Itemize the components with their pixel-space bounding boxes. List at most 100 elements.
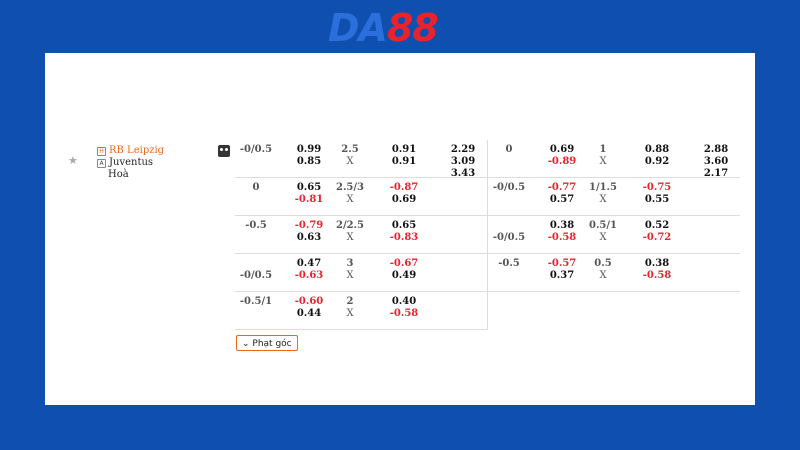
odds-home-win[interactable] [445, 220, 481, 232]
1x2-odds[interactable] [698, 258, 734, 294]
odds-away-win[interactable]: 3.60 [698, 156, 734, 168]
overunder-odds[interactable]: 0.52 -0.72 [639, 220, 675, 244]
under-odds[interactable]: -0.72 [639, 232, 675, 244]
overunder-odds[interactable]: 0.91 0.91 [386, 144, 422, 168]
under-odds[interactable]: 0.69 [386, 194, 422, 206]
handicap-odds-away[interactable]: 0.57 [544, 194, 580, 206]
odds-away-win[interactable] [445, 308, 481, 320]
handicap-odds[interactable]: -0.79 0.63 [291, 220, 327, 244]
handicap-odds-home[interactable]: 0.99 [291, 144, 327, 156]
handicap-odds-away[interactable]: -0.89 [544, 156, 580, 168]
odds-home-win[interactable]: 2.29 [445, 144, 481, 156]
odds-away-win[interactable]: 3.09 [445, 156, 481, 168]
odds-home-win[interactable]: 2.88 [698, 144, 734, 156]
odds-home-win[interactable] [698, 182, 734, 194]
handicap-odds-home[interactable]: 0.69 [544, 144, 580, 156]
handicap-odds-home[interactable]: -0.77 [544, 182, 580, 194]
handicap-odds-home[interactable]: -0.79 [291, 220, 327, 232]
handicap-odds-away[interactable]: -0.63 [291, 270, 327, 282]
handicap-odds-home[interactable]: -0.60 [291, 296, 327, 308]
match-teams: H RB Leipzig A Juventus Hoà [97, 145, 164, 181]
odds-draw[interactable] [445, 320, 481, 332]
odds-home-win[interactable] [445, 182, 481, 194]
odds-away-win[interactable] [445, 232, 481, 244]
odds-away-win[interactable] [698, 270, 734, 282]
odds-draw[interactable] [698, 282, 734, 294]
handicap-home: -0/0.5 [492, 182, 526, 193]
overunder-odds[interactable]: -0.87 0.69 [386, 182, 422, 206]
1x2-odds[interactable] [445, 220, 481, 256]
handicap-odds[interactable]: 0.65 -0.81 [291, 182, 327, 206]
odds-home-win[interactable] [698, 258, 734, 270]
1x2-odds[interactable]: 2.29 3.09 3.43 [445, 144, 481, 180]
overunder-odds[interactable]: -0.67 0.49 [386, 258, 422, 282]
overunder-x: X [346, 232, 354, 243]
handicap-odds-away[interactable]: 0.37 [544, 270, 580, 282]
handicap-odds[interactable]: 0.99 0.85 [291, 144, 327, 168]
handicap-odds-away[interactable]: -0.58 [544, 232, 580, 244]
handicap-odds-home[interactable]: 0.65 [291, 182, 327, 194]
under-odds[interactable]: -0.83 [386, 232, 422, 244]
handicap-home: -0/0.5 [239, 144, 273, 155]
team-home[interactable]: H RB Leipzig [97, 145, 164, 157]
handicap-odds-away[interactable]: 0.85 [291, 156, 327, 168]
handicap-odds-away[interactable]: -0.81 [291, 194, 327, 206]
handicap-odds[interactable]: -0.77 0.57 [544, 182, 580, 206]
handicap-line: -0/0.5 [235, 144, 277, 168]
odds-away-win[interactable] [445, 270, 481, 282]
overunder-x: X [346, 156, 354, 167]
team-away[interactable]: A Juventus [97, 157, 164, 169]
handicap-away [235, 194, 277, 206]
handicap-odds-home[interactable]: -0.57 [544, 258, 580, 270]
handicap-odds[interactable]: 0.38 -0.58 [544, 220, 580, 244]
under-odds[interactable]: -0.58 [386, 308, 422, 320]
odds-row: -0.5/1 -0.60 0.44 2 X 0.40 -0.58 [235, 292, 487, 330]
favorite-star-icon[interactable]: ★ [68, 154, 78, 167]
overunder-odds[interactable]: 0.40 -0.58 [386, 296, 422, 320]
1x2-odds[interactable] [698, 182, 734, 218]
over-odds[interactable]: -0.75 [639, 182, 675, 194]
handicap-odds-away[interactable]: 0.63 [291, 232, 327, 244]
under-odds[interactable]: 0.49 [386, 270, 422, 282]
overunder-x: X [599, 156, 607, 167]
odds-away-win[interactable] [445, 194, 481, 206]
overunder-x: X [346, 194, 354, 205]
over-odds[interactable]: 0.52 [639, 220, 675, 232]
over-odds[interactable]: 0.91 [386, 144, 422, 156]
odds-away-win[interactable] [698, 194, 734, 206]
1x2-odds[interactable] [445, 296, 481, 332]
1x2-odds[interactable] [445, 258, 481, 294]
handicap-odds[interactable]: 0.69 -0.89 [544, 144, 580, 168]
overunder-odds[interactable]: 0.65 -0.83 [386, 220, 422, 244]
over-odds[interactable]: 0.88 [639, 144, 675, 156]
overunder-odds[interactable]: -0.75 0.55 [639, 182, 675, 206]
handicap-odds[interactable]: -0.60 0.44 [291, 296, 327, 320]
over-odds[interactable]: -0.87 [386, 182, 422, 194]
overunder-odds[interactable]: 0.38 -0.58 [639, 258, 675, 282]
odds-home-win[interactable] [445, 258, 481, 270]
odds-home-win[interactable] [445, 296, 481, 308]
under-odds[interactable]: 0.92 [639, 156, 675, 168]
odds-row: -0/0.5 -0.77 0.57 1/1.5 X -0.75 0.55 [488, 178, 740, 216]
handicap-odds-home[interactable]: 0.38 [544, 220, 580, 232]
handicap-odds-home[interactable]: 0.47 [291, 258, 327, 270]
handicap-odds[interactable]: 0.47 -0.63 [291, 258, 327, 282]
1x2-odds[interactable] [445, 182, 481, 218]
under-odds[interactable]: 0.55 [639, 194, 675, 206]
under-odds[interactable]: -0.58 [639, 270, 675, 282]
over-odds[interactable]: 0.65 [386, 220, 422, 232]
handicap-odds-away[interactable]: 0.44 [291, 308, 327, 320]
1x2-odds[interactable] [698, 220, 734, 256]
overunder-line: 2.5 X [330, 144, 370, 168]
over-odds[interactable]: 0.40 [386, 296, 422, 308]
overunder-odds[interactable]: 0.88 0.92 [639, 144, 675, 168]
under-odds[interactable]: 0.91 [386, 156, 422, 168]
over-odds[interactable]: 0.38 [639, 258, 675, 270]
odds-away-win[interactable] [698, 232, 734, 244]
1x2-odds[interactable]: 2.88 3.60 2.17 [698, 144, 734, 180]
odds-home-win[interactable] [698, 220, 734, 232]
over-odds[interactable]: -0.67 [386, 258, 422, 270]
stats-icon[interactable] [218, 145, 230, 157]
corner-odds-button[interactable]: ⌄ Phạt góc [236, 335, 298, 351]
handicap-odds[interactable]: -0.57 0.37 [544, 258, 580, 282]
